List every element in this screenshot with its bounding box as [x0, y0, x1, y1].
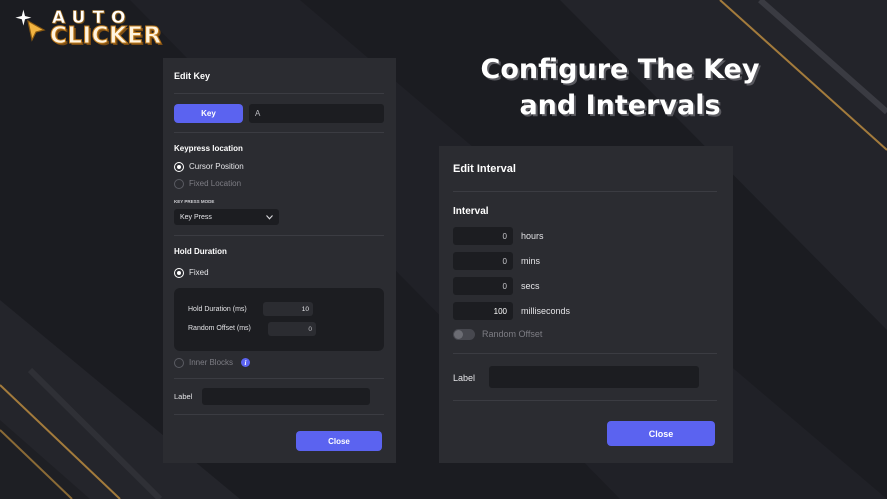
milliseconds-label: milliseconds — [521, 306, 571, 316]
hold-duration-label: Hold Duration (ms) — [188, 306, 247, 313]
inner-blocks-label: Inner Blocks — [189, 358, 234, 367]
edit-interval-title: Edit Interval — [453, 163, 516, 175]
random-offset-ms-label: Random Offset (ms) — [188, 325, 251, 332]
divider — [174, 235, 384, 236]
divider — [174, 414, 384, 415]
hours-input[interactable]: 0 — [453, 227, 513, 245]
key-press-mode-select[interactable]: Key Press — [174, 209, 279, 225]
label-input[interactable] — [202, 388, 370, 405]
edit-key-panel: Edit Key Key A Keypress location Cursor … — [163, 58, 396, 463]
inner-blocks-radio[interactable] — [174, 358, 184, 368]
cursor-position-radio[interactable] — [174, 162, 184, 172]
keypress-location-heading: Keypress location — [174, 144, 243, 153]
random-offset-toggle[interactable] — [453, 329, 475, 340]
divider — [453, 353, 717, 354]
divider — [174, 93, 384, 94]
milliseconds-input[interactable]: 100 — [453, 302, 513, 320]
secs-label: secs — [521, 281, 540, 291]
secs-input[interactable]: 0 — [453, 277, 513, 295]
hours-label: hours — [521, 231, 544, 241]
key-button[interactable]: Key — [174, 104, 243, 123]
hold-duration-input[interactable]: 10 — [263, 302, 313, 316]
cursor-position-label: Cursor Position — [189, 162, 244, 171]
label-input[interactable] — [489, 366, 699, 388]
edit-interval-panel: Edit Interval Interval 0 hours 0 mins 0 … — [439, 146, 733, 463]
fixed-location-radio[interactable] — [174, 179, 184, 189]
close-button[interactable]: Close — [607, 421, 715, 446]
close-button[interactable]: Close — [296, 431, 382, 451]
divider — [174, 378, 384, 379]
interval-heading: Interval — [453, 206, 489, 217]
label-field-label: Label — [453, 373, 476, 383]
chevron-down-icon — [266, 215, 273, 220]
fixed-location-label: Fixed Location — [189, 179, 242, 188]
edit-key-title: Edit Key — [174, 71, 211, 81]
hold-duration-heading: Hold Duration — [174, 247, 227, 256]
hold-duration-box: Hold Duration (ms) 10 Random Offset (ms)… — [174, 288, 384, 351]
headline-line-1: Configure The Key — [480, 54, 760, 85]
mins-label: mins — [521, 256, 541, 266]
fixed-label: Fixed — [189, 268, 209, 277]
headline-line-2: and Intervals — [519, 90, 721, 121]
divider — [453, 191, 717, 192]
random-offset-label: Random Offset — [482, 329, 543, 339]
page-headline: Configure The Key and Intervals — [440, 52, 800, 124]
info-icon[interactable]: i — [241, 358, 250, 367]
cursor-star-icon — [15, 9, 46, 42]
logo-line-clicker: CLICKER — [50, 23, 162, 50]
app-logo: AUTO CLICKER — [14, 6, 189, 50]
fixed-radio[interactable] — [174, 268, 184, 278]
random-offset-ms-input[interactable]: 0 — [268, 322, 316, 336]
divider — [453, 400, 717, 401]
key-press-mode-label: KEY PRESS MODE — [174, 199, 215, 204]
key-press-mode-value: Key Press — [180, 213, 212, 221]
label-field-label: Label — [174, 392, 193, 401]
divider — [174, 132, 384, 133]
key-value-input[interactable]: A — [249, 104, 384, 123]
mins-input[interactable]: 0 — [453, 252, 513, 270]
